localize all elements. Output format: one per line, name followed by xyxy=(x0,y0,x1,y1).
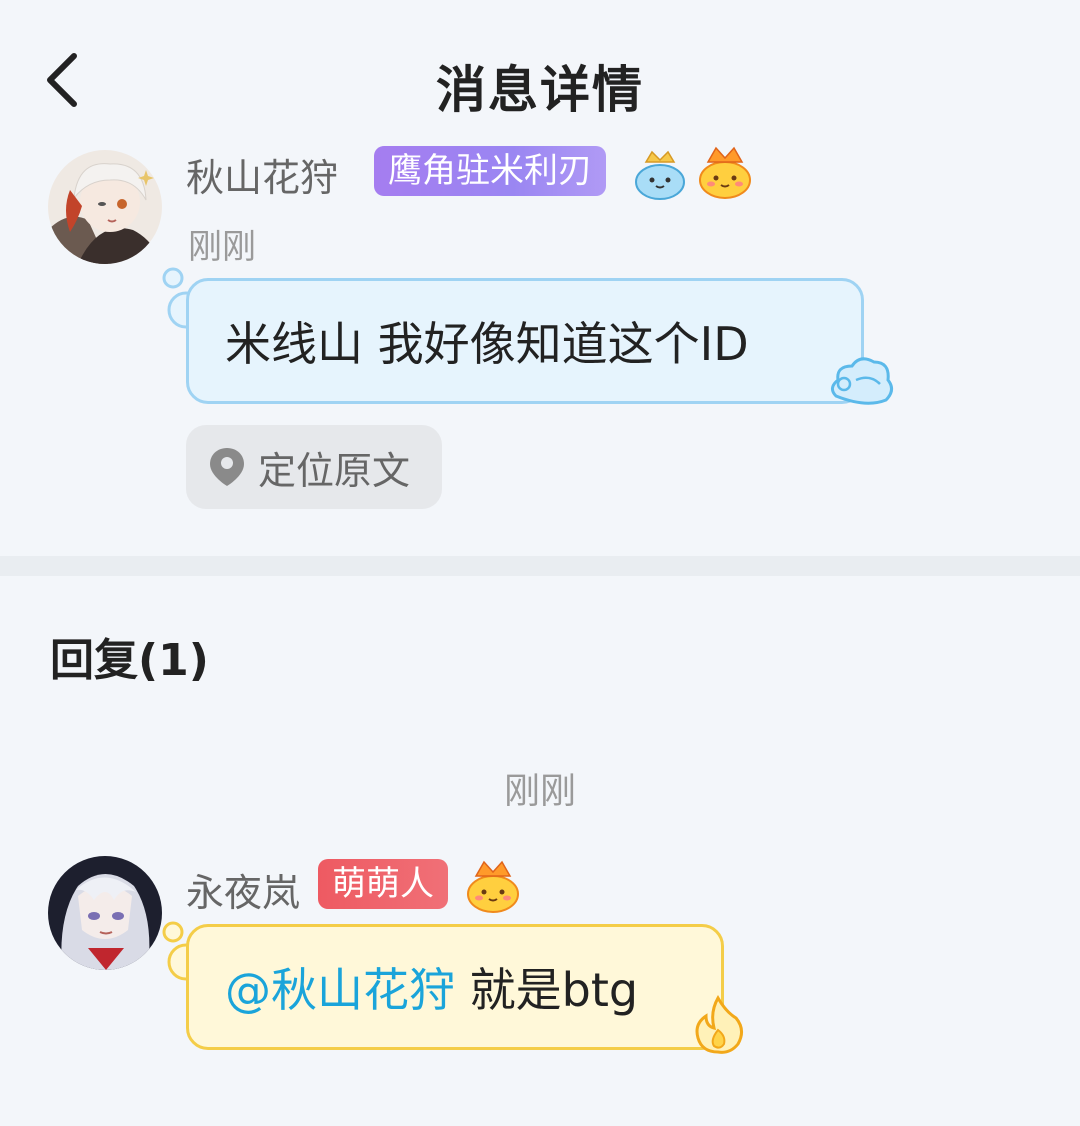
locate-original-button[interactable]: 定位原文 xyxy=(186,425,442,509)
username[interactable]: 秋山花狩 xyxy=(186,147,338,202)
section-divider xyxy=(0,556,1080,576)
page-title: 消息详情 xyxy=(436,61,644,119)
message-bubble[interactable]: 米线山 我好像知道这个ID xyxy=(186,278,864,404)
avatar[interactable] xyxy=(48,856,162,970)
title-badge: 鹰角驻米利刃 xyxy=(374,146,606,196)
reply-bubble[interactable]: @秋山花狩 就是btg xyxy=(186,924,724,1050)
reply-username[interactable]: 永夜岚 xyxy=(186,862,300,917)
crown-slime-orange-icon xyxy=(467,860,519,913)
cloud-icon xyxy=(831,357,893,405)
message-detail-page: 消息详情 秋山花狩 鹰角驻米利刃 刚刚 米线山 我好像知道这个ID 定位原文 回… xyxy=(0,0,1080,1126)
avatar[interactable] xyxy=(48,150,162,264)
mention-link[interactable]: @秋山花狩 xyxy=(225,954,455,1020)
flame-icon xyxy=(695,994,743,1054)
reply-title-badge: 萌萌人 xyxy=(318,859,448,909)
user-avatar-image xyxy=(48,150,162,264)
crown-slime-orange-icon xyxy=(699,146,751,199)
top-bar: 消息详情 xyxy=(0,0,1080,150)
reply-time: 刚刚 xyxy=(503,771,576,812)
location-pin-icon xyxy=(210,448,244,486)
message-content: 米线山 我好像知道这个ID xyxy=(225,317,749,371)
reply-content: 就是btg xyxy=(455,963,639,1017)
crown-slime-blue-icon xyxy=(635,150,685,200)
reply-user-avatar-image xyxy=(48,856,162,970)
locate-original-label: 定位原文 xyxy=(258,448,411,493)
message-time: 刚刚 xyxy=(188,227,256,267)
replies-header: 回复(1) xyxy=(50,635,209,686)
